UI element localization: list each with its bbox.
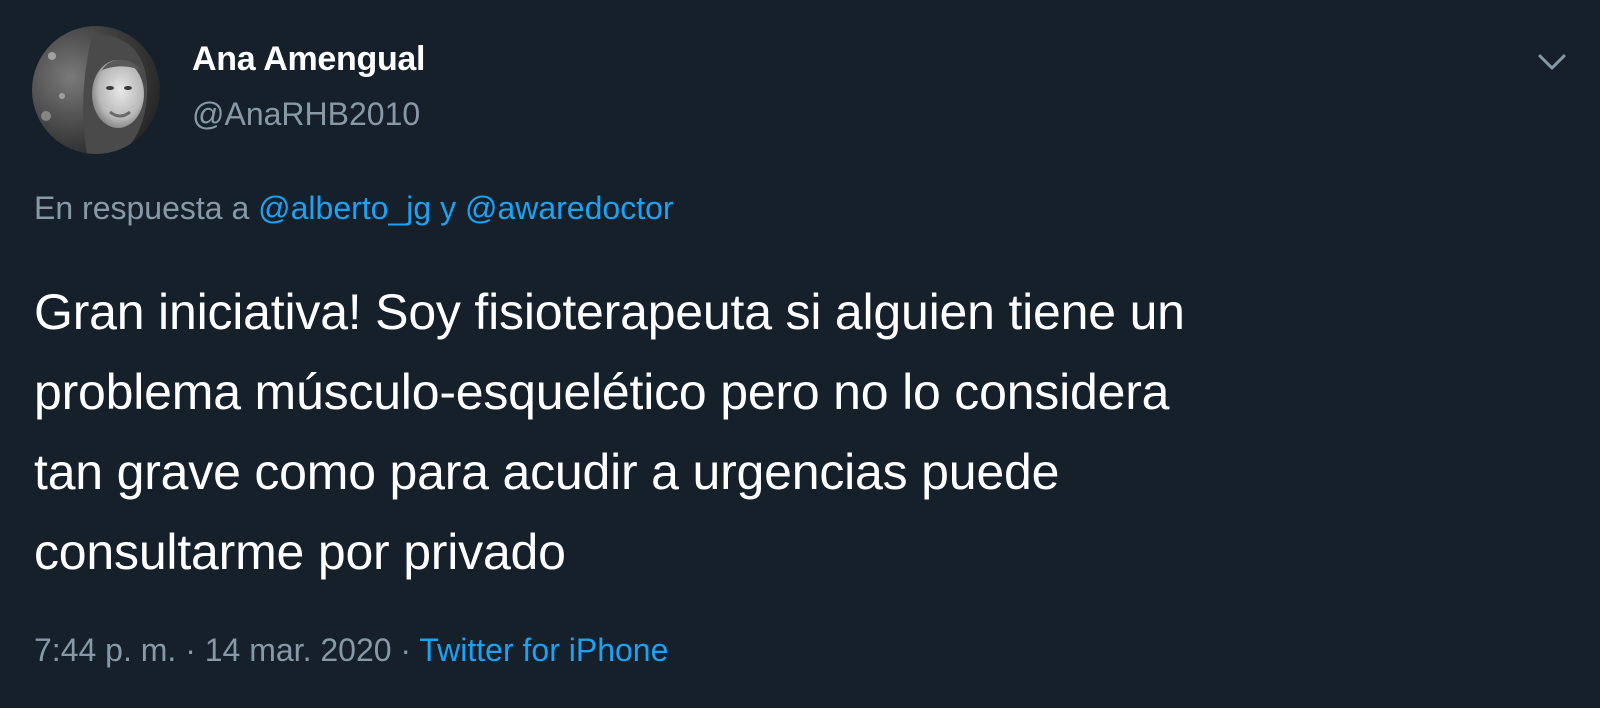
mention-joiner: y (431, 190, 465, 226)
author-handle[interactable]: @AnaRHB2010 (192, 96, 420, 133)
tweet-text: Gran iniciativa! Soy fisioterapeuta si a… (34, 272, 1554, 592)
tweet-time[interactable]: 7:44 p. m. (34, 632, 176, 668)
mention-link-alberto[interactable]: @alberto_jg (258, 190, 431, 226)
author-display-name[interactable]: Ana Amengual (192, 40, 425, 79)
tweet-date[interactable]: 14 mar. 2020 (205, 632, 392, 668)
tweet-card: Ana Amengual @AnaRHB2010 En respuesta a … (0, 0, 1600, 708)
more-options-button[interactable] (1532, 42, 1572, 82)
reply-prefix: En respuesta a (34, 190, 259, 226)
tweet-text-line: problema músculo-esquelético pero no lo … (34, 364, 1170, 420)
tweet-text-line: tan grave como para acudir a urgencias p… (34, 444, 1060, 500)
tweet-source-link[interactable]: Twitter for iPhone (419, 632, 668, 668)
tweet-text-line: consultarme por privado (34, 524, 566, 580)
chevron-down-icon (1538, 54, 1566, 70)
profile-photo-icon (32, 26, 160, 154)
mention-link-awaredoctor[interactable]: @awaredoctor (465, 190, 674, 226)
reply-context: En respuesta a @alberto_jg y @awaredocto… (34, 190, 674, 227)
meta-separator: · (391, 632, 420, 668)
avatar[interactable] (32, 26, 160, 154)
meta-separator: · (176, 632, 205, 668)
tweet-metadata: 7:44 p. m. · 14 mar. 2020 · Twitter for … (34, 632, 668, 669)
tweet-text-line: Gran iniciativa! Soy fisioterapeuta si a… (34, 284, 1185, 340)
